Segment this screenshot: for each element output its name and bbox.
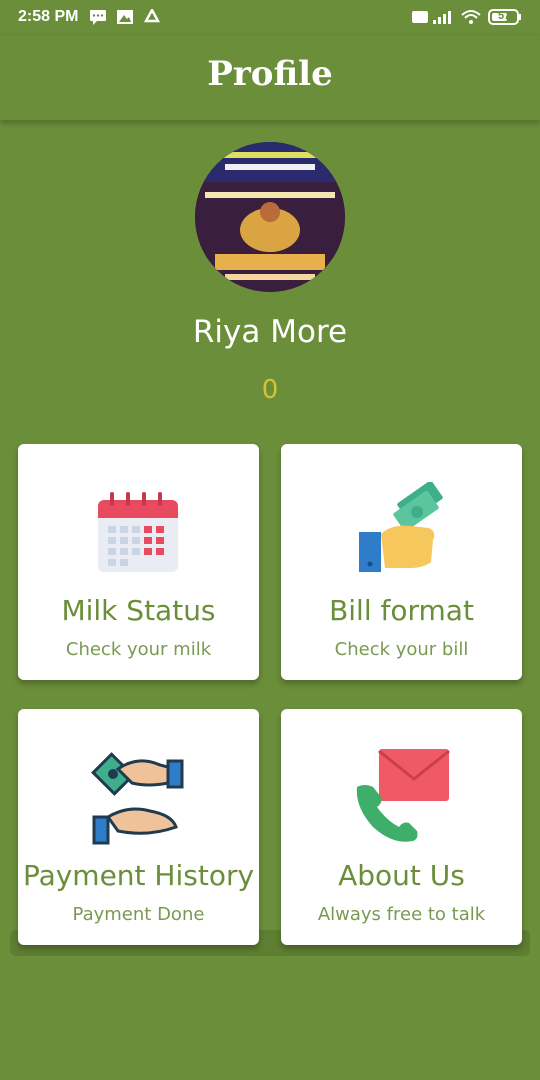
avatar[interactable]	[195, 142, 345, 292]
card-subtitle: Always free to talk	[317, 904, 486, 925]
payment-exchange-icon	[91, 752, 184, 845]
card-title: Bill format	[329, 594, 474, 627]
milk-status-card[interactable]: Milk Status Check your milk	[18, 444, 259, 680]
volte-icon	[412, 11, 428, 23]
card-subtitle: Check your milk	[65, 639, 212, 660]
app-bar: Profile	[0, 36, 540, 120]
contact-envelope-icon	[356, 749, 450, 842]
user-name: Riya More	[192, 314, 348, 350]
card-title: About Us	[338, 859, 465, 892]
about-us-card[interactable]: About Us Always free to talk	[281, 709, 522, 945]
money-hand-icon	[359, 482, 443, 572]
payment-history-card[interactable]: Payment History Payment Done	[18, 709, 259, 945]
card-title: Payment History	[22, 859, 255, 892]
recycle-icon	[143, 9, 161, 23]
signal-icon	[433, 11, 451, 24]
status-time: 2:58 PM	[18, 8, 79, 25]
card-title: Milk Status	[61, 594, 216, 627]
calendar-icon	[98, 492, 178, 572]
balance-count: 0	[261, 375, 279, 405]
battery-level: 57	[498, 10, 511, 22]
wifi-icon	[461, 10, 481, 24]
bill-format-card[interactable]: Bill format Check your bill	[281, 444, 522, 680]
photo-icon	[117, 10, 133, 24]
card-subtitle: Payment Done	[72, 904, 205, 925]
profile-picture	[195, 142, 345, 292]
status-bar: 2:58 PM 57	[0, 0, 540, 36]
message-icon	[90, 10, 106, 25]
page-title: Profile	[207, 54, 333, 94]
card-subtitle: Check your bill	[334, 639, 469, 660]
